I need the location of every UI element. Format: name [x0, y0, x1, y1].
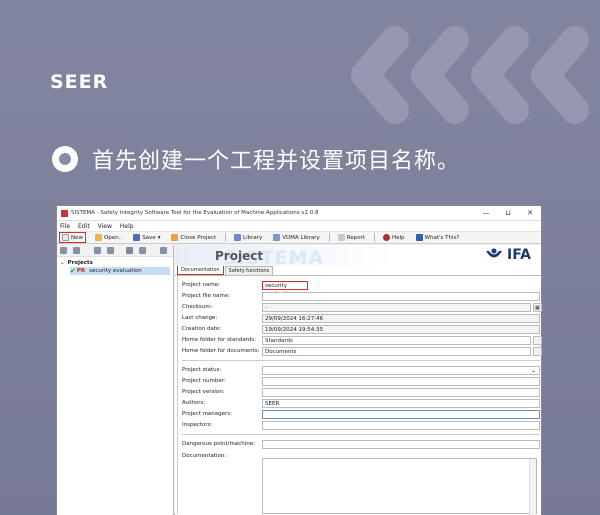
filter-icon[interactable] — [126, 247, 133, 254]
menu-file[interactable]: File — [60, 223, 70, 230]
tree-toolbar — [57, 245, 173, 257]
row-project-name: Project name: security evaluation — [182, 280, 542, 297]
last-change-field: 29/09/2024 16:27:46 — [262, 313, 540, 323]
ifa-emblem-icon — [485, 248, 502, 258]
seer-logo: SEER — [50, 70, 130, 93]
creation-date-field: 19/09/2024 19:54:35 — [262, 324, 540, 334]
help-icon — [383, 234, 390, 241]
project-file-field[interactable] — [262, 291, 540, 301]
tree-tool-icon[interactable] — [160, 247, 167, 254]
row-project-file: Project file name: — [182, 291, 542, 301]
help-button[interactable]: Help — [381, 232, 407, 243]
vdma-library-button[interactable]: VDMA Library — [271, 232, 322, 243]
library-icon — [234, 234, 242, 241]
toolbar-separator — [374, 233, 375, 242]
project-tree-panel: ⌄ Projects ✔ PR security evaluation — [57, 245, 174, 515]
title-bar: SISTEMA - Safety Integrity Software Tool… — [57, 206, 541, 221]
svg-text:SEER: SEER — [50, 71, 108, 92]
row-home-documents: Home folder for documents: Documents — [182, 346, 542, 356]
chevron-down-icon[interactable]: ⌄ — [531, 367, 536, 374]
maximize-button[interactable]: ⊔ — [497, 209, 519, 217]
browse-button[interactable] — [533, 335, 542, 345]
check-icon: ✔ — [70, 267, 76, 275]
new-button[interactable]: New — [59, 232, 86, 243]
vdma-library-icon — [273, 234, 281, 241]
divider — [182, 434, 540, 435]
sistema-window: SISTEMA - Safety Integrity Software Tool… — [56, 205, 542, 515]
report-button[interactable]: Report — [336, 232, 367, 243]
tree-tool-icon[interactable] — [139, 247, 146, 254]
scrollbar[interactable] — [529, 459, 536, 515]
menu-help[interactable]: Help — [120, 223, 134, 230]
folder-icon — [95, 234, 102, 241]
headline-text: 首先创建一个工程并设置项目名称。 — [92, 149, 461, 174]
close-project-button[interactable]: Close Project — [169, 232, 218, 243]
bullet-icon — [52, 146, 78, 172]
project-number-field[interactable] — [262, 376, 540, 386]
library-button[interactable]: Library — [232, 232, 264, 243]
menu-view[interactable]: View — [98, 223, 112, 230]
tree-item-label: security evaluation — [89, 268, 142, 274]
checksum-field: - — [262, 302, 531, 312]
row-project-number: Project number: — [182, 376, 542, 386]
row-project-status: Project status: ⌄ — [182, 365, 542, 375]
home-standards-field[interactable]: Standards — [262, 335, 531, 345]
save-button[interactable]: Save ▾ — [131, 232, 162, 243]
divider — [182, 360, 540, 361]
row-home-standards: Home folder for standards: Standards — [182, 335, 542, 345]
inspectors-field[interactable] — [262, 420, 540, 430]
tree-tool-icon[interactable] — [73, 247, 80, 254]
project-managers-field[interactable] — [262, 409, 540, 419]
tree-root[interactable]: ⌄ Projects — [60, 259, 173, 267]
row-checksum: Checksum: - ▦ — [182, 302, 542, 312]
open-button[interactable]: Open.. — [93, 232, 124, 243]
row-creation-date: Creation date: 19/09/2024 19:54:35 — [182, 324, 542, 334]
toolbar-separator — [328, 233, 330, 242]
project-status-select[interactable] — [262, 365, 540, 375]
dangerous-point-field[interactable] — [262, 439, 540, 449]
row-project-managers: Project managers: — [182, 409, 542, 419]
calculator-icon[interactable]: ▦ — [533, 302, 542, 312]
project-tree: ⌄ Projects ✔ PR security evaluation — [57, 257, 173, 275]
menu-bar: File Edit View Help — [57, 221, 541, 231]
project-header: SISTEMA Project IFA — [175, 245, 541, 269]
row-inspectors: Inspectors: — [182, 420, 542, 430]
whats-this-button[interactable]: What's This? — [414, 232, 462, 243]
browse-button[interactable] — [533, 346, 542, 356]
home-documents-field[interactable]: Documents — [262, 346, 531, 356]
app-icon — [61, 209, 68, 217]
row-authors: Authors: SEER — [182, 398, 542, 408]
window-title: SISTEMA - Safety Integrity Software Tool… — [71, 210, 319, 216]
whats-this-icon — [415, 234, 423, 241]
menu-edit[interactable]: Edit — [78, 223, 90, 230]
tab-documentation[interactable]: Documentation — [177, 265, 224, 275]
toolbar: New Open.. Save ▾ Close Project Library V… — [57, 231, 541, 244]
tree-tool-icon[interactable] — [107, 247, 114, 254]
row-dangerous-point: Dangerous point/machine: — [182, 439, 542, 449]
save-icon — [133, 234, 141, 241]
project-name-field[interactable]: security evaluation — [262, 280, 308, 297]
documentation-form: Project name: security evaluation Projec… — [177, 276, 542, 515]
documentation-textarea[interactable] — [262, 458, 537, 515]
new-file-icon — [62, 234, 69, 241]
ifa-logo: IFA — [485, 247, 531, 263]
report-icon — [337, 234, 345, 241]
tree-item-project[interactable]: ✔ PR security evaluation — [70, 267, 170, 275]
main-area: ⌄ Projects ✔ PR security evaluation SISTE… — [57, 245, 542, 515]
row-last-change: Last change: 29/09/2024 16:27:46 — [182, 313, 542, 323]
row-project-version: Project version: — [182, 387, 542, 397]
headline: 首先创建一个工程并设置项目名称。 — [52, 142, 460, 176]
authors-field[interactable]: SEER — [262, 398, 540, 408]
chevron-down-icon: ⌄ — [60, 260, 65, 266]
toolbar-separator — [225, 233, 227, 242]
minimize-button[interactable]: — — [475, 209, 497, 217]
tree-tool-icon[interactable] — [60, 247, 67, 254]
project-version-field[interactable] — [262, 387, 540, 397]
panel-title: Project — [215, 249, 264, 263]
project-code: PR — [76, 268, 86, 274]
close-project-icon — [171, 234, 179, 241]
project-panel: SISTEMA Project IFA Documentation Safety… — [175, 245, 542, 515]
close-button[interactable]: ✕ — [519, 209, 541, 217]
tree-tool-icon[interactable] — [94, 247, 101, 254]
